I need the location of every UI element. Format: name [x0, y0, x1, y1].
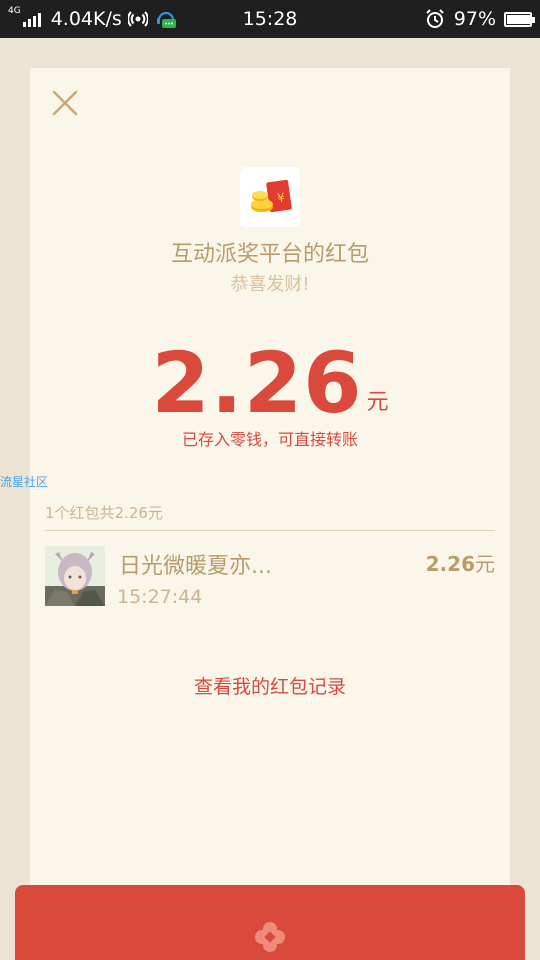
packet-summary: 1个红包共2.26元 [45, 504, 163, 522]
receiver-amount-unit: 元 [475, 552, 495, 576]
red-packet-app-icon: ¥ [240, 167, 300, 227]
receiver-row: 日光微暖夏亦... 15:27:44 2.26元 [45, 544, 495, 610]
flower-emblem-icon [255, 922, 285, 952]
sender-title: 互动派奖平台的红包 [170, 242, 369, 267]
divider [45, 530, 495, 531]
battery-percent: 97% [453, 8, 496, 30]
amount-display: 2.26 元 [30, 328, 510, 428]
status-right: 97% [424, 0, 535, 38]
red-packet-card: ¥ 互动派奖平台的红包 恭喜发财! 2.26 元 已存入零钱，可直接转账 1个红… [30, 68, 510, 920]
watermark-text: 流星社区 [0, 475, 49, 489]
amount-unit: 元 [366, 390, 389, 415]
battery-level [507, 14, 531, 24]
receiver-amount: 2.26元 [426, 548, 495, 577]
stored-note: 已存入零钱，可直接转账 [181, 430, 358, 449]
receiver-amount-value: 2.26 [425, 552, 475, 576]
battery-icon [504, 11, 535, 27]
red-envelope-coins-icon: ¥ [251, 179, 292, 213]
receiver-name: 日光微暖夏亦... [119, 554, 272, 579]
red-envelope-bottom [15, 885, 525, 960]
avatar-image [45, 546, 105, 606]
status-bar: 4G 4.04K/s 15:28 97% [0, 0, 540, 38]
amount-value: 2.26 [151, 334, 363, 432]
view-records-link[interactable]: 查看我的红包记录 [30, 672, 510, 699]
avatar [45, 546, 105, 606]
greeting-text: 恭喜发财! [230, 274, 310, 295]
close-icon[interactable] [50, 88, 80, 118]
receiver-time: 15:27:44 [117, 586, 203, 608]
alarm-icon [426, 9, 444, 28]
